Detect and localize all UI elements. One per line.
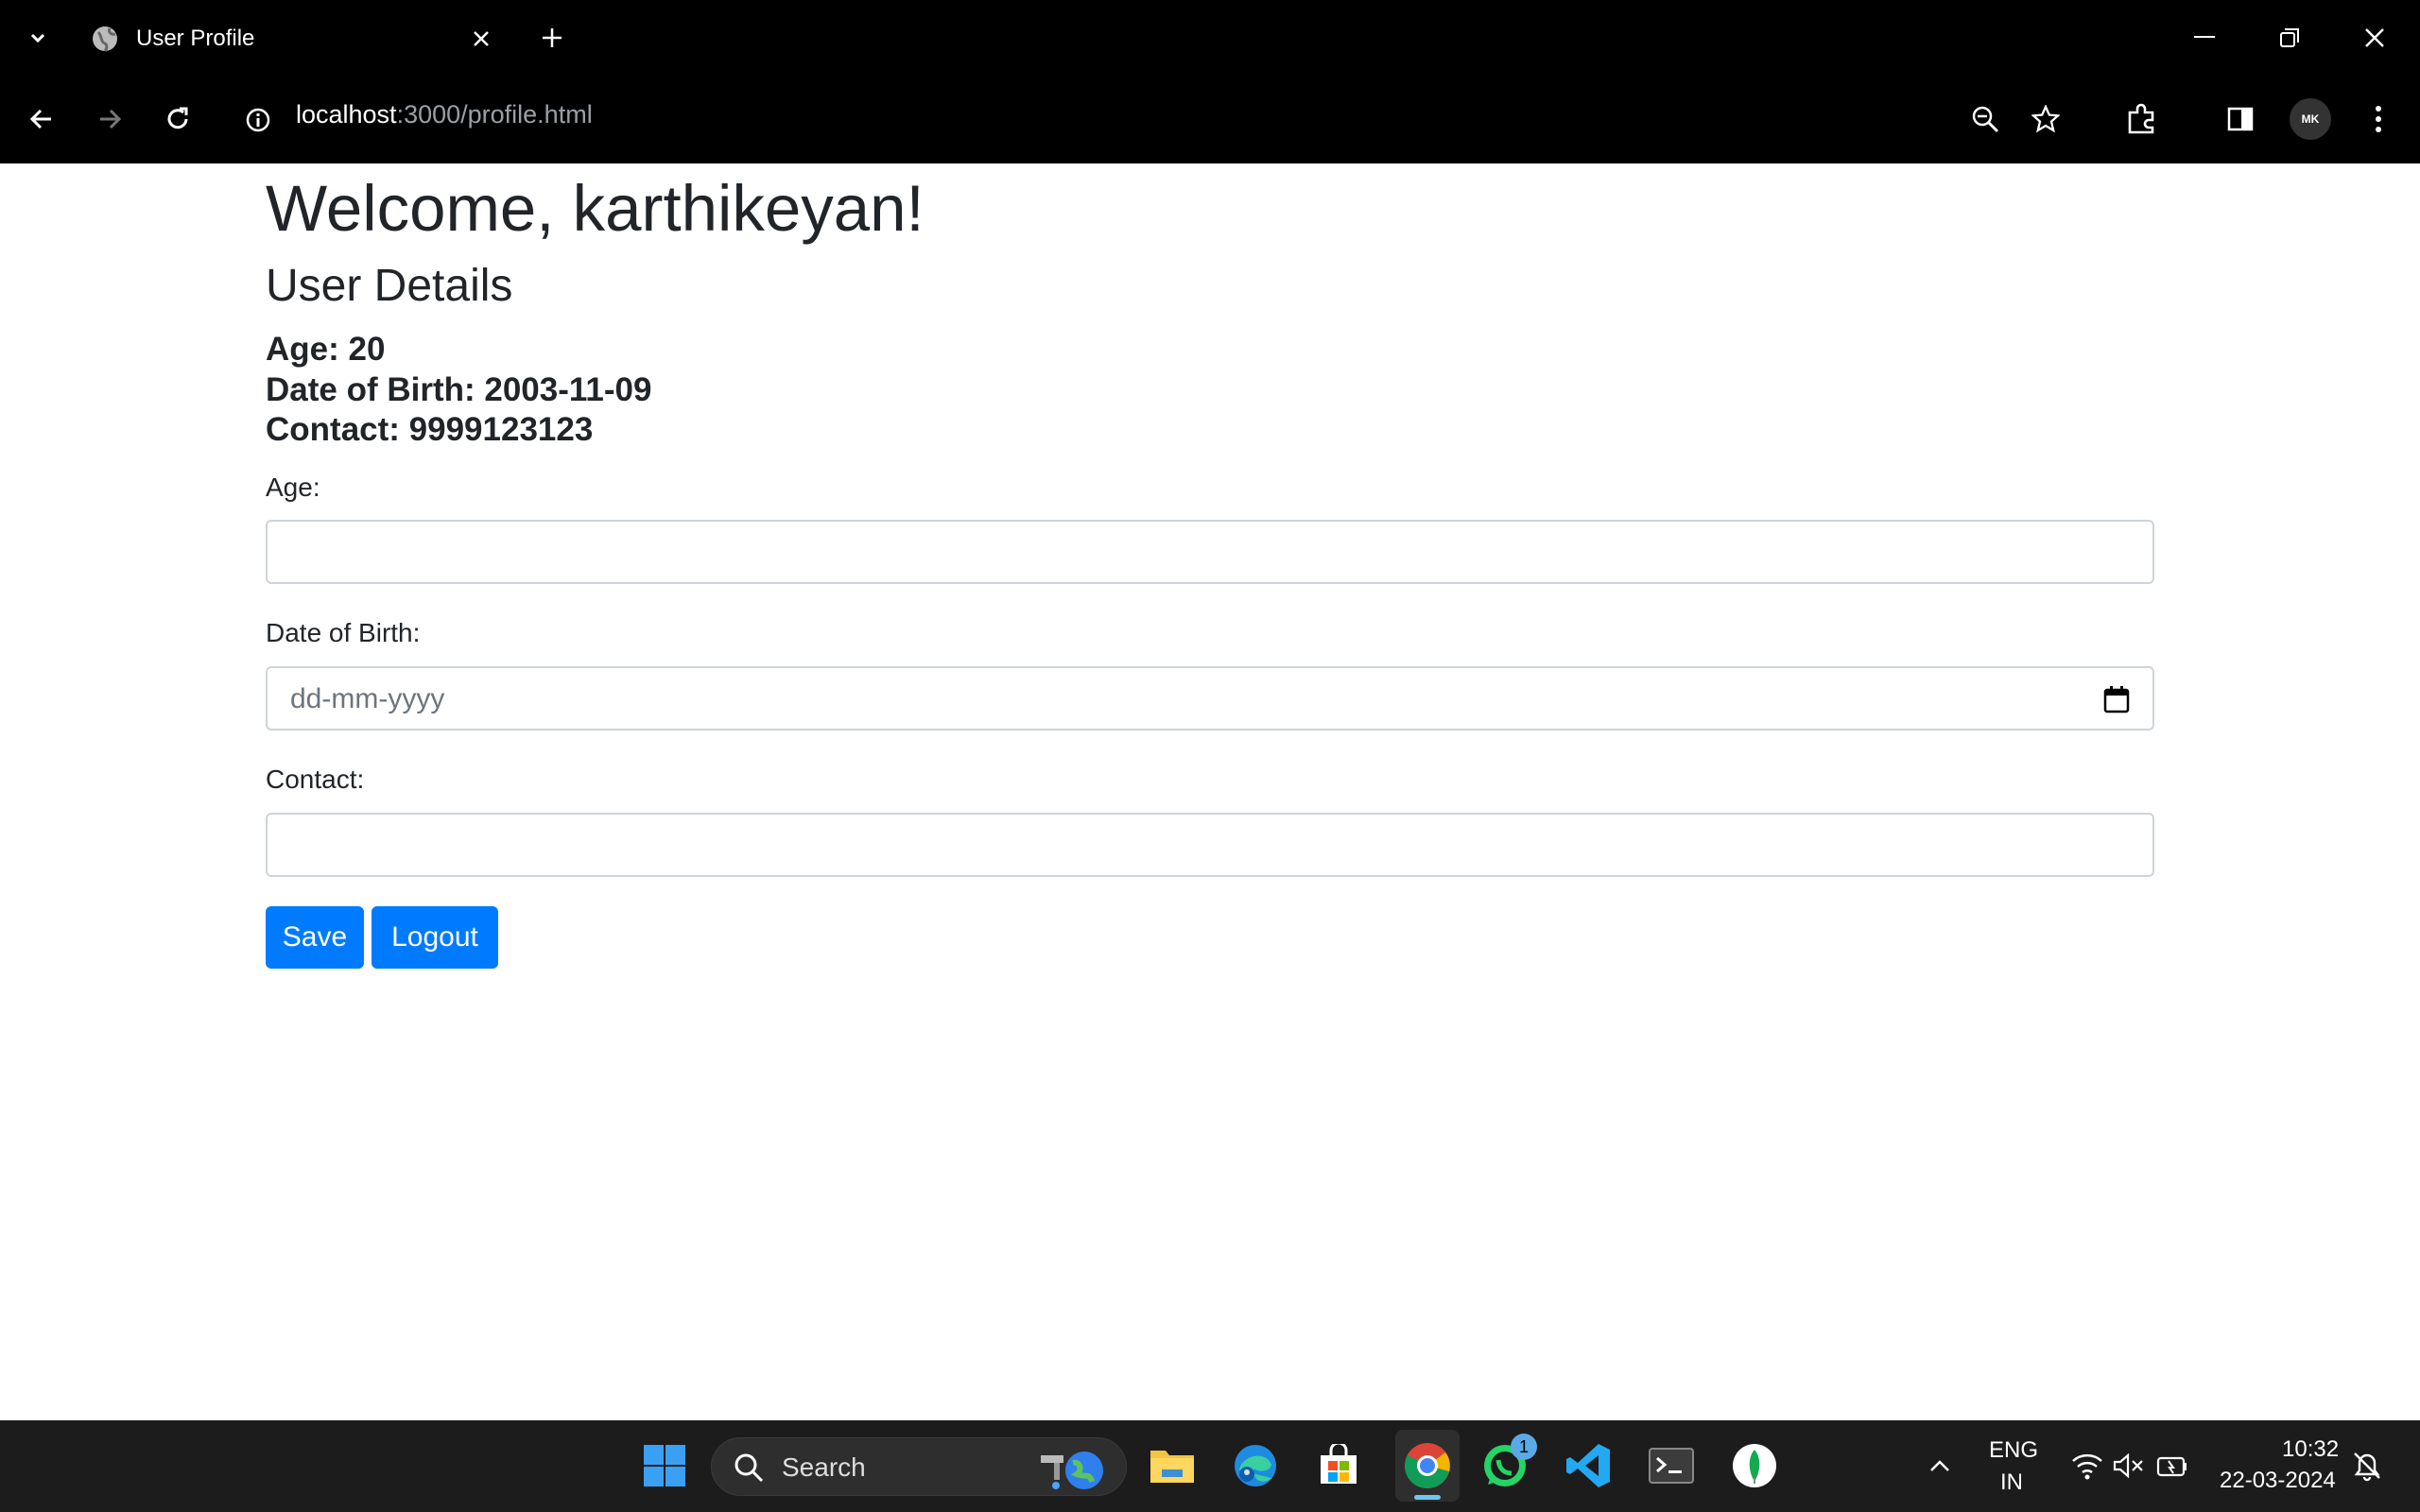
age-input[interactable]	[266, 520, 2154, 584]
lang-bottom[interactable]: IN	[2000, 1469, 2023, 1496]
search-placeholder: Search	[782, 1452, 866, 1482]
mongodb-compass-icon[interactable]	[1728, 1439, 1781, 1492]
close-window-icon[interactable]	[2356, 21, 2394, 55]
search-icon	[733, 1452, 765, 1488]
clock-time[interactable]: 10:32	[2282, 1436, 2339, 1463]
browser-chrome: User Profile localhost:3000/profile.html…	[0, 0, 2420, 163]
lang-top[interactable]: ENG	[1989, 1437, 2038, 1464]
windows-start-icon[interactable]	[638, 1439, 691, 1492]
taskbar: Search 1 ENG IN 10:32 22-03-2024	[0, 1420, 2420, 1512]
chrome-app-icon[interactable]	[1395, 1430, 1460, 1502]
user-details-heading: User Details	[266, 261, 513, 311]
battery-icon[interactable]	[2146, 1439, 2199, 1492]
bookmark-star-icon[interactable]	[2027, 100, 2065, 138]
forward-arrow-icon[interactable]	[91, 100, 129, 138]
url-path: :3000/profile.html	[396, 100, 593, 129]
reload-icon[interactable]	[159, 100, 197, 138]
url-host: localhost	[296, 100, 397, 129]
tab-strip: User Profile	[0, 0, 2420, 77]
restore-icon[interactable]	[2271, 21, 2308, 55]
active-indicator	[1414, 1495, 1441, 1500]
taskbar-search[interactable]: Search	[711, 1437, 1127, 1496]
zoom-icon[interactable]	[1966, 100, 2004, 138]
detail-dob: Date of Birth: 2003-11-09	[266, 371, 652, 408]
dob-input[interactable]: dd-mm-yyyy	[266, 666, 2154, 730]
page-viewport: Welcome, karthikeyan! User Details Age: …	[0, 163, 2420, 1420]
contact-input[interactable]	[266, 813, 2154, 877]
browser-tab[interactable]: User Profile	[79, 9, 514, 68]
extensions-icon[interactable]	[2121, 98, 2163, 140]
dob-placeholder: dd-mm-yyyy	[290, 683, 445, 714]
microsoft-store-icon[interactable]	[1312, 1439, 1365, 1492]
menu-kebab-icon[interactable]	[2360, 98, 2397, 140]
search-highlight-icon	[1035, 1446, 1109, 1496]
tab-title: User Profile	[136, 26, 255, 51]
close-tab-icon[interactable]	[467, 25, 495, 53]
whatsapp-badge: 1	[1511, 1434, 1537, 1460]
globe-icon	[91, 25, 119, 53]
notifications-icon[interactable]	[2341, 1439, 2394, 1492]
save-button[interactable]: Save	[266, 906, 364, 969]
edge-browser-icon[interactable]	[1229, 1439, 1282, 1492]
tab-search-chevron-icon[interactable]	[21, 21, 55, 55]
whatsapp-icon[interactable]: 1	[1478, 1434, 1537, 1492]
clock-date[interactable]: 22-03-2024	[2220, 1468, 2336, 1494]
detail-contact: Contact: 9999123123	[266, 411, 594, 448]
site-info-icon[interactable]	[242, 104, 274, 136]
logout-button[interactable]: Logout	[372, 906, 498, 969]
side-panel-icon[interactable]	[2221, 100, 2259, 138]
address-bar[interactable]: localhost:3000/profile.html	[296, 100, 593, 129]
file-explorer-icon[interactable]	[1146, 1439, 1199, 1492]
dob-label: Date of Birth:	[266, 618, 421, 647]
age-label: Age:	[266, 472, 320, 502]
calendar-icon[interactable]	[2103, 685, 2130, 713]
minimize-icon[interactable]	[2186, 21, 2223, 55]
welcome-heading: Welcome, karthikeyan!	[266, 172, 925, 245]
chevron-up-icon[interactable]	[1913, 1439, 1966, 1492]
contact-label: Contact:	[266, 765, 365, 794]
new-tab-icon[interactable]	[535, 21, 569, 55]
detail-age: Age: 20	[266, 331, 386, 368]
back-arrow-icon[interactable]	[23, 100, 60, 138]
profile-avatar[interactable]: MK	[2290, 98, 2331, 140]
vscode-icon[interactable]	[1562, 1439, 1615, 1492]
terminal-icon[interactable]	[1645, 1439, 1698, 1492]
